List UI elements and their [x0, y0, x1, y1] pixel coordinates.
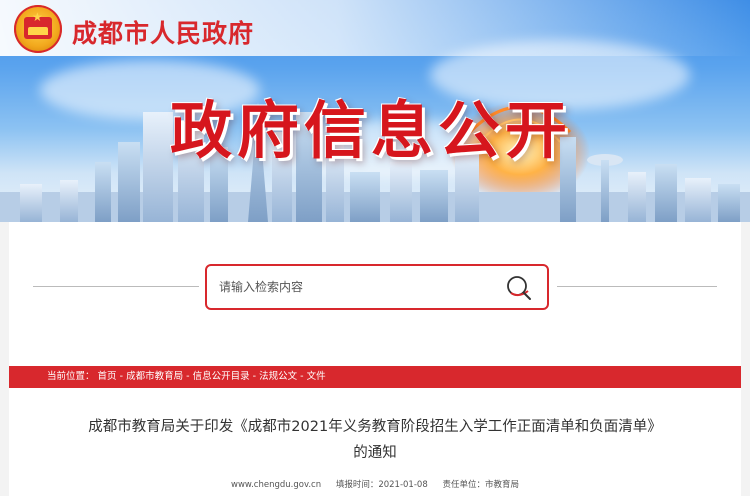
date-label: 填报时间： [335, 480, 379, 490]
article-meta: www.chengdu.gov.cn 填报时间：2021-01-08 责任单位：… [9, 478, 741, 490]
breadcrumb: 当前位置： 首页 - 成都市教育局 - 信息公开目录 - 法规公文 - 文件 [9, 366, 741, 388]
search-box [205, 264, 549, 310]
divider [33, 286, 199, 287]
article-title-line: 成都市教育局关于印发《成都市2021年义务教育阶段招生入学工作正面清单和负面清单… [88, 419, 662, 435]
breadcrumb-separator: - [119, 371, 124, 382]
divider [557, 286, 717, 287]
unit-label: 责任单位： [442, 480, 485, 490]
breadcrumb-item-home[interactable]: 首页 [98, 366, 117, 388]
content-panel: 当前位置： 首页 - 成都市教育局 - 信息公开目录 - 法规公文 - 文件 成… [9, 222, 741, 496]
breadcrumb-item-education-bureau[interactable]: 成都市教育局 [126, 366, 183, 388]
responsible-unit: 责任单位：市教育局 [442, 478, 519, 490]
breadcrumb-prefix: 当前位置： [47, 371, 95, 382]
article-title-line: 的通知 [353, 445, 397, 461]
breadcrumb-separator: - [300, 371, 304, 382]
breadcrumb-item-catalog[interactable]: 信息公开目录 [193, 366, 250, 388]
date-value: 2021-01-08 [378, 480, 428, 490]
article-title: 成都市教育局关于印发《成都市2021年义务教育阶段招生入学工作正面清单和负面清单… [29, 414, 721, 466]
site-title[interactable]: 成都市人民政府 [72, 14, 254, 50]
search-icon[interactable] [504, 274, 534, 302]
header-banner: ★ 成都市人民政府 政府信息公开 [0, 0, 750, 222]
breadcrumb-separator: - [252, 371, 257, 382]
breadcrumb-item-documents[interactable]: 文件 [307, 366, 326, 388]
national-emblem-icon[interactable]: ★ [14, 5, 62, 53]
unit-value: 市教育局 [484, 480, 519, 490]
search-input[interactable] [219, 275, 489, 299]
hero-title: 政府信息公开 [170, 94, 573, 167]
source-url: www.chengdu.gov.cn [231, 480, 322, 490]
breadcrumb-item-regulations[interactable]: 法规公文 [259, 366, 297, 388]
breadcrumb-separator: - [186, 371, 190, 382]
publish-date: 填报时间：2021-01-08 [336, 478, 428, 490]
